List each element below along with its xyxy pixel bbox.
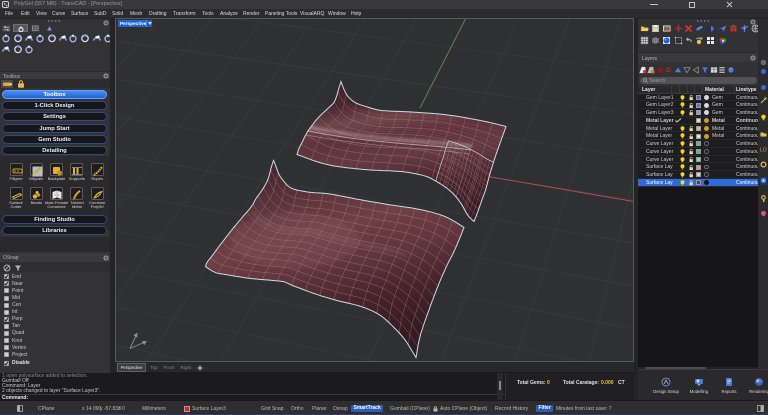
svg-text:G: G [665, 67, 670, 74]
svg-text:LO: LO [760, 148, 767, 154]
